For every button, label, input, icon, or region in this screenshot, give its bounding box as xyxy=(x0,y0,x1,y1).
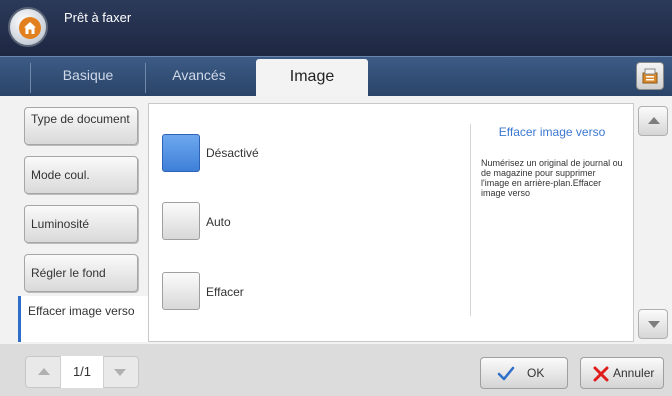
settings-button[interactable] xyxy=(636,62,664,90)
status-title: Prêt à faxer xyxy=(64,10,132,25)
cancel-label: Annuler xyxy=(613,366,655,380)
page-up-button[interactable] xyxy=(32,363,56,381)
tab-basique[interactable]: Basique xyxy=(31,57,145,97)
check-icon xyxy=(497,366,515,381)
sidebar-item-luminosite[interactable]: Luminosité xyxy=(24,205,138,243)
page-down-button[interactable] xyxy=(108,363,132,381)
scrollbar xyxy=(636,103,670,342)
ok-button[interactable]: OK xyxy=(480,357,568,389)
panel-divider xyxy=(470,124,471,316)
home-icon-bg xyxy=(19,17,41,39)
settings-icon xyxy=(642,68,658,84)
scroll-down-icon xyxy=(648,321,660,328)
tab-avances[interactable]: Avancés xyxy=(146,57,252,97)
home-button[interactable] xyxy=(8,7,48,47)
page-indicator: 1/1 xyxy=(60,356,104,388)
option-desactive-button[interactable] xyxy=(162,134,200,172)
sidebar-item-regler-le-fond[interactable]: Régler le fond xyxy=(24,254,138,292)
sidebar-item-mode-coul[interactable]: Mode coul. xyxy=(24,156,138,194)
home-icon xyxy=(24,22,36,34)
scroll-up-icon xyxy=(648,117,660,124)
option-auto-button[interactable] xyxy=(162,202,200,240)
option-effacer-label: Effacer xyxy=(206,285,244,299)
help-title: Effacer image verso xyxy=(498,125,606,139)
page-up-icon xyxy=(38,368,50,375)
header-bar xyxy=(0,0,672,56)
close-icon xyxy=(593,366,609,382)
ok-label: OK xyxy=(527,366,545,380)
option-desactive-label: Désactivé xyxy=(206,146,259,160)
option-effacer-button[interactable] xyxy=(162,272,200,310)
sidebar-item-type-de-document[interactable]: Type de document xyxy=(24,107,138,145)
tab-image[interactable]: Image xyxy=(256,59,368,97)
tab-bar: Basique Avancés Image xyxy=(0,56,672,97)
help-text: Numérisez un original de journal ou de m… xyxy=(481,158,623,198)
sidebar-item-effacer-image-verso[interactable]: Effacer image verso xyxy=(18,296,150,342)
cancel-button[interactable]: Annuler xyxy=(580,357,664,389)
option-auto-label: Auto xyxy=(206,215,231,229)
scroll-down-button[interactable] xyxy=(638,309,668,339)
page-down-icon xyxy=(114,369,126,376)
scroll-up-button[interactable] xyxy=(638,106,668,136)
